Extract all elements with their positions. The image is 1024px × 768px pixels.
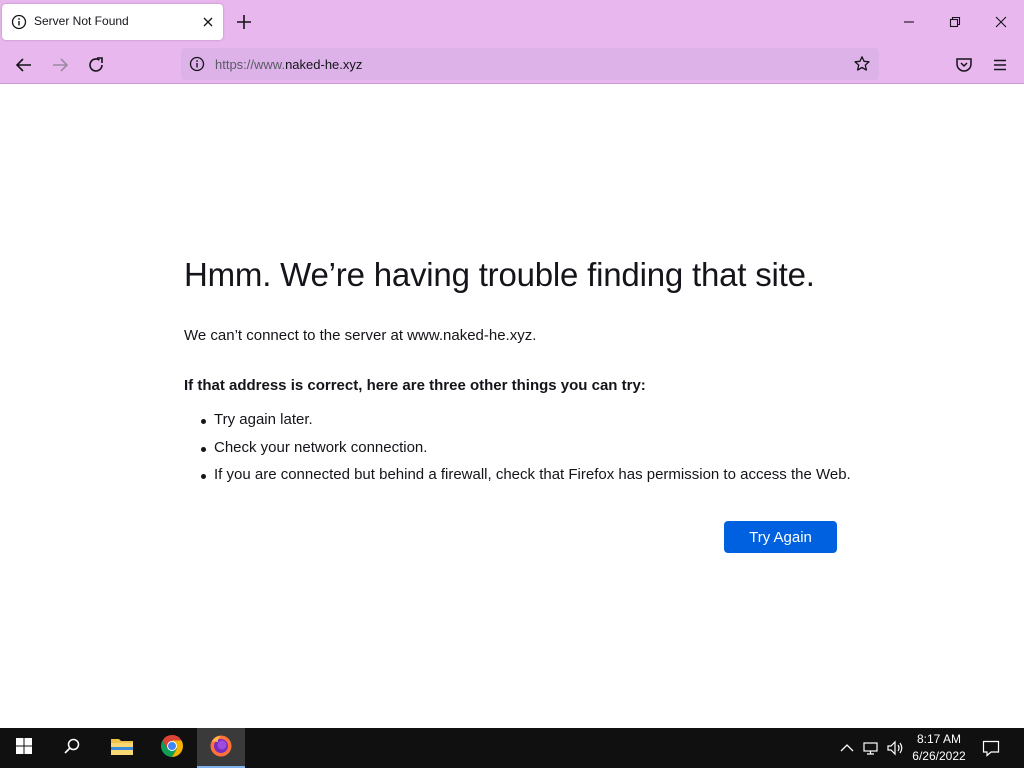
address-bar[interactable]: https://www.naked-he.xyz (181, 48, 879, 80)
tab-server-not-found[interactable]: Server Not Found (2, 4, 223, 40)
close-tab-icon[interactable] (200, 14, 216, 30)
close-window-icon[interactable] (989, 10, 1013, 34)
taskbar-firefox[interactable] (197, 728, 245, 768)
url-domain: naked-he.xyz (285, 57, 363, 72)
taskbar-search-button[interactable] (48, 728, 96, 768)
new-tab-icon[interactable] (233, 11, 255, 33)
error-description: We can’t connect to the server at www.na… (184, 327, 537, 344)
suggestion-item: Check your network connection. (200, 439, 851, 467)
url-text[interactable]: https://www.naked-he.xyz (215, 57, 362, 72)
site-info-icon[interactable] (189, 56, 205, 72)
info-icon (11, 14, 27, 30)
minimize-icon[interactable] (897, 10, 921, 34)
firefox-icon (209, 734, 233, 763)
start-icon (15, 737, 33, 760)
file-explorer-icon (110, 736, 134, 761)
restore-icon[interactable] (943, 10, 967, 34)
taskbar: 8:17 AM 6/26/2022 (0, 728, 1024, 768)
notifications-icon[interactable] (981, 738, 1001, 758)
error-title: Hmm. We’re having trouble finding that s… (184, 256, 815, 293)
suggestions-list: Try again later. Check your network conn… (200, 411, 851, 494)
back-arrow-icon[interactable] (12, 53, 36, 77)
page-content: Hmm. We’re having trouble finding that s… (0, 85, 1024, 728)
taskbar-file-explorer[interactable] (98, 728, 146, 768)
chevron-up-icon[interactable] (837, 738, 857, 758)
volume-icon[interactable] (885, 738, 905, 758)
bookmark-star-icon[interactable] (853, 55, 871, 73)
network-icon[interactable] (861, 738, 881, 758)
clock-time: 8:17 AM (916, 732, 962, 746)
forward-arrow-icon[interactable] (48, 53, 72, 77)
suggestion-item: If you are connected but behind a firewa… (200, 466, 851, 494)
system-clock[interactable]: 8:17 AM 6/26/2022 (906, 731, 972, 765)
search-icon (63, 737, 81, 760)
url-prefix: https://www. (215, 57, 286, 72)
taskbar-chrome[interactable] (148, 728, 196, 768)
pocket-icon[interactable] (952, 53, 976, 77)
suggestion-item: Try again later. (200, 411, 851, 439)
reload-icon[interactable] (84, 53, 108, 77)
suggestions-heading: If that address is correct, here are thr… (184, 377, 646, 394)
tab-title: Server Not Found (34, 14, 129, 28)
tab-strip: Server Not Found (0, 0, 1024, 44)
start-button[interactable] (0, 728, 48, 768)
clock-date: 6/26/2022 (912, 749, 966, 763)
menu-icon[interactable] (988, 53, 1012, 77)
try-again-button[interactable]: Try Again (724, 521, 837, 553)
chrome-icon (160, 734, 184, 763)
